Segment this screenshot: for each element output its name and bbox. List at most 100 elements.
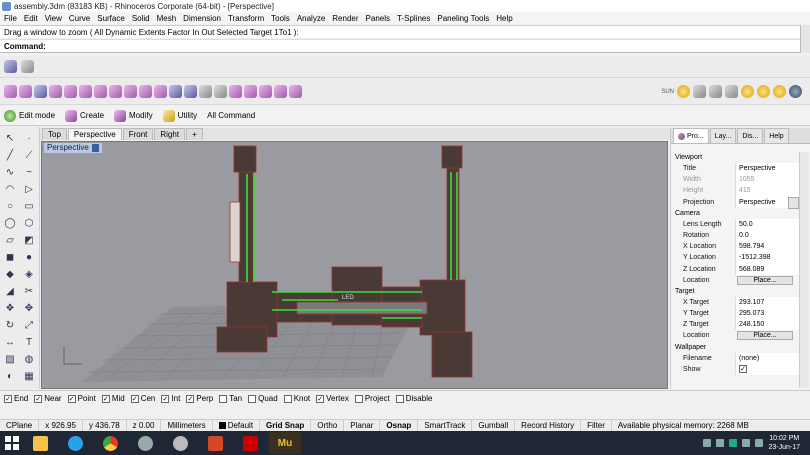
fillet-icon[interactable]: ◢ <box>2 284 18 299</box>
osnap-quad[interactable]: Quad <box>248 394 278 403</box>
osnap-tan-checkbox[interactable] <box>219 394 228 403</box>
all-command-button[interactable]: All Command <box>207 111 255 120</box>
edit-mode-button[interactable]: Edit mode <box>4 109 55 122</box>
prop-title-value[interactable]: Perspective <box>735 163 799 175</box>
status-record-history[interactable]: Record History <box>515 419 582 432</box>
camera-place-button[interactable]: Place... <box>737 275 793 285</box>
viewport-menu-dropdown-icon[interactable] <box>91 143 99 152</box>
tspline-edges-icon[interactable] <box>184 85 197 98</box>
menu-render[interactable]: Render <box>332 14 358 23</box>
tspline-crease-icon[interactable] <box>229 85 242 98</box>
tab-top[interactable]: Top <box>42 128 67 140</box>
osnap-project-checkbox[interactable] <box>354 394 363 403</box>
tab-help[interactable]: Help <box>764 128 789 143</box>
taskbar-powerpoint[interactable] <box>199 432 231 454</box>
prop-xloc-value[interactable]: 598.794 <box>735 241 799 253</box>
osnap-point[interactable]: ✓ Point <box>67 394 96 403</box>
status-filter[interactable]: Filter <box>581 419 612 432</box>
command-prompt[interactable]: Command: <box>0 39 800 53</box>
tspline-torus-icon[interactable] <box>64 85 77 98</box>
lighting-icon[interactable] <box>709 85 722 98</box>
osnap-cen[interactable]: ✓ Cen <box>130 394 155 403</box>
tab-right[interactable]: Right <box>154 128 186 140</box>
tray-arrow-icon[interactable] <box>703 439 712 447</box>
move-icon[interactable]: ✥ <box>21 301 37 316</box>
prop-ytarget-value[interactable]: 295.073 <box>735 308 799 320</box>
tspline-loft-icon[interactable] <box>124 85 137 98</box>
mesh-icon[interactable]: ◆ <box>2 267 18 282</box>
texture-icon[interactable] <box>773 85 786 98</box>
menu-view[interactable]: View <box>45 14 62 23</box>
osnap-vertex-checkbox[interactable]: ✓ <box>316 394 325 403</box>
osnap-project[interactable]: Project <box>354 394 390 403</box>
line-icon[interactable]: ⟋ <box>21 148 37 163</box>
settings-gear-icon[interactable] <box>21 60 34 73</box>
tspline-plane-icon[interactable] <box>34 85 47 98</box>
tspline-pipe-icon[interactable] <box>109 85 122 98</box>
point-icon[interactable]: · <box>21 131 37 146</box>
status-ortho[interactable]: Ortho <box>311 419 345 432</box>
viewport-title[interactable]: Perspective <box>44 143 102 153</box>
group-icon[interactable]: ❖ <box>2 301 18 316</box>
prop-rotation-value[interactable]: 0.0 <box>735 229 799 242</box>
osnap-knot-checkbox[interactable] <box>283 394 292 403</box>
target-place-button[interactable]: Place... <box>737 331 793 341</box>
status-grid-snap[interactable]: Grid Snap <box>260 419 312 432</box>
tray-battery-icon[interactable] <box>755 439 764 447</box>
extrude-surface-icon[interactable]: ◩ <box>21 233 37 248</box>
menu-transform[interactable]: Transform <box>228 14 264 23</box>
menu-dimension[interactable]: Dimension <box>183 14 221 23</box>
osnap-mid-checkbox[interactable]: ✓ <box>101 394 110 403</box>
menu-panels[interactable]: Panels <box>366 14 390 23</box>
render-icon[interactable] <box>757 85 770 98</box>
circle-icon[interactable]: ○ <box>2 199 18 214</box>
prop-ztarget-value[interactable]: 248.150 <box>735 319 799 331</box>
menu-tools[interactable]: Tools <box>271 14 290 23</box>
triangle-icon[interactable]: ▷ <box>21 182 37 197</box>
osnap-quad-checkbox[interactable] <box>248 394 257 403</box>
taskbar-acrobat[interactable] <box>234 432 266 454</box>
taskbar-muse[interactable]: Mu <box>269 432 301 454</box>
status-gumball[interactable]: Gumball <box>472 419 516 432</box>
render-preview-icon[interactable]: ◐ <box>2 369 18 384</box>
menu-edit[interactable]: Edit <box>24 14 38 23</box>
prop-yloc-value[interactable]: -1512.398 <box>735 252 799 264</box>
prop-xtarget-value[interactable]: 293.107 <box>735 296 799 309</box>
tspline-bridge-icon[interactable] <box>259 85 272 98</box>
status-cplane[interactable]: CPlane <box>0 419 40 432</box>
projection-select[interactable]: Perspective <box>735 196 799 209</box>
tspline-cylinder-icon[interactable] <box>19 85 32 98</box>
text-icon[interactable]: T <box>21 335 37 350</box>
sphere-grid-icon[interactable] <box>4 60 17 73</box>
sphere-icon[interactable]: ● <box>21 250 37 265</box>
tspline-sphere-icon[interactable] <box>49 85 62 98</box>
prop-filename-value[interactable]: (none) <box>735 352 799 364</box>
status-osnap[interactable]: Osnap <box>380 419 419 432</box>
split-icon[interactable]: ✂ <box>21 284 37 299</box>
taskbar-file-explorer[interactable] <box>24 432 56 454</box>
polygon-icon[interactable]: ⬡ <box>21 216 37 231</box>
osnap-end[interactable]: ✓ End <box>4 394 28 403</box>
status-layer[interactable]: Default <box>213 419 261 432</box>
status-smarttrack[interactable]: SmartTrack <box>418 419 473 432</box>
tspline-box-icon[interactable] <box>4 85 17 98</box>
utility-button[interactable]: Utility <box>162 109 197 122</box>
start-button[interactable] <box>0 431 24 455</box>
tab-properties[interactable]: Pro... <box>673 128 709 143</box>
tspline-select-icon[interactable] <box>214 85 227 98</box>
solid-union-icon[interactable]: ◈ <box>21 267 37 282</box>
analyze-icon[interactable]: ◍ <box>21 352 37 367</box>
osnap-end-checkbox[interactable]: ✓ <box>4 394 12 403</box>
osnap-disable[interactable]: Disable <box>395 394 432 403</box>
menu-file[interactable]: File <box>4 14 17 23</box>
tab-perspective[interactable]: Perspective <box>67 128 122 140</box>
tspline-extrude-icon[interactable] <box>94 85 107 98</box>
polyline-icon[interactable]: ╱ <box>2 148 18 163</box>
menu-surface[interactable]: Surface <box>97 14 125 23</box>
tspline-points-icon[interactable] <box>199 85 212 98</box>
osnap-tan[interactable]: Tan <box>219 394 242 403</box>
menu-mesh[interactable]: Mesh <box>157 14 177 23</box>
osnap-int-checkbox[interactable]: ✓ <box>161 394 170 403</box>
taskbar-clock[interactable]: 10:02 PM 23-Jun-17 <box>768 434 800 452</box>
environment-icon[interactable] <box>693 85 706 98</box>
